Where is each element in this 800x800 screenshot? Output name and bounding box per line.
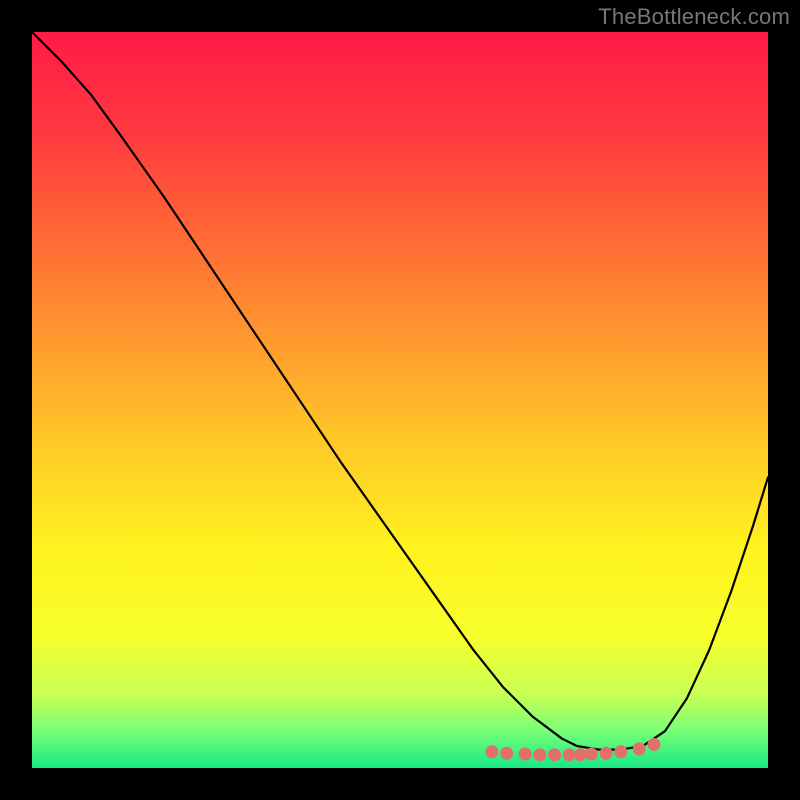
optimal-marker [500, 747, 513, 760]
watermark-label: TheBottleneck.com [598, 4, 790, 30]
optimal-marker [548, 748, 561, 761]
chart-frame: TheBottleneck.com [0, 0, 800, 800]
optimal-marker [533, 748, 546, 761]
heatmap-background [32, 32, 768, 768]
optimal-marker [585, 748, 598, 761]
optimal-marker [600, 747, 613, 760]
optimal-marker [633, 742, 646, 755]
optimal-marker [519, 748, 532, 761]
chart-svg [32, 32, 768, 768]
optimal-marker [647, 738, 660, 751]
plot-area [32, 32, 768, 768]
optimal-marker [574, 748, 587, 761]
optimal-marker [486, 745, 499, 758]
optimal-marker [614, 745, 627, 758]
